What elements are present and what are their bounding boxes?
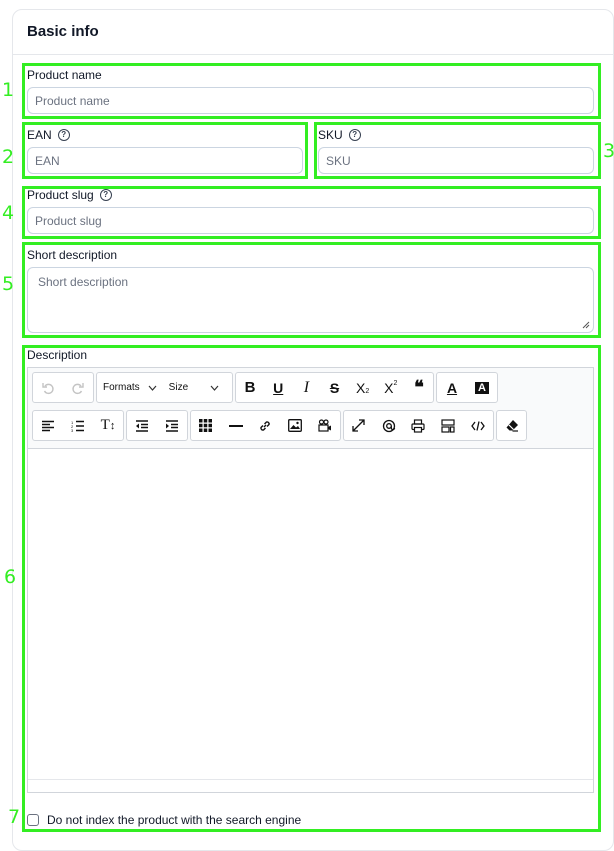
annotation-box-4 bbox=[22, 186, 601, 239]
annotation-number-4: 4 bbox=[2, 202, 15, 224]
annotation-box-6 bbox=[22, 345, 601, 832]
annotation-number-7: 7 bbox=[8, 806, 21, 828]
annotation-number-5: 5 bbox=[2, 273, 15, 295]
annotation-box-3 bbox=[314, 122, 601, 179]
annotation-number-1: 1 bbox=[2, 79, 15, 101]
annotation-box-5 bbox=[22, 242, 601, 338]
card-header: Basic info bbox=[13, 10, 613, 55]
annotation-number-3: 3 bbox=[603, 140, 614, 162]
annotation-box-2 bbox=[22, 122, 308, 179]
card-title: Basic info bbox=[27, 23, 99, 40]
annotation-number-6: 6 bbox=[4, 566, 17, 588]
annotation-number-2: 2 bbox=[2, 146, 15, 168]
annotation-box-1 bbox=[22, 63, 601, 119]
